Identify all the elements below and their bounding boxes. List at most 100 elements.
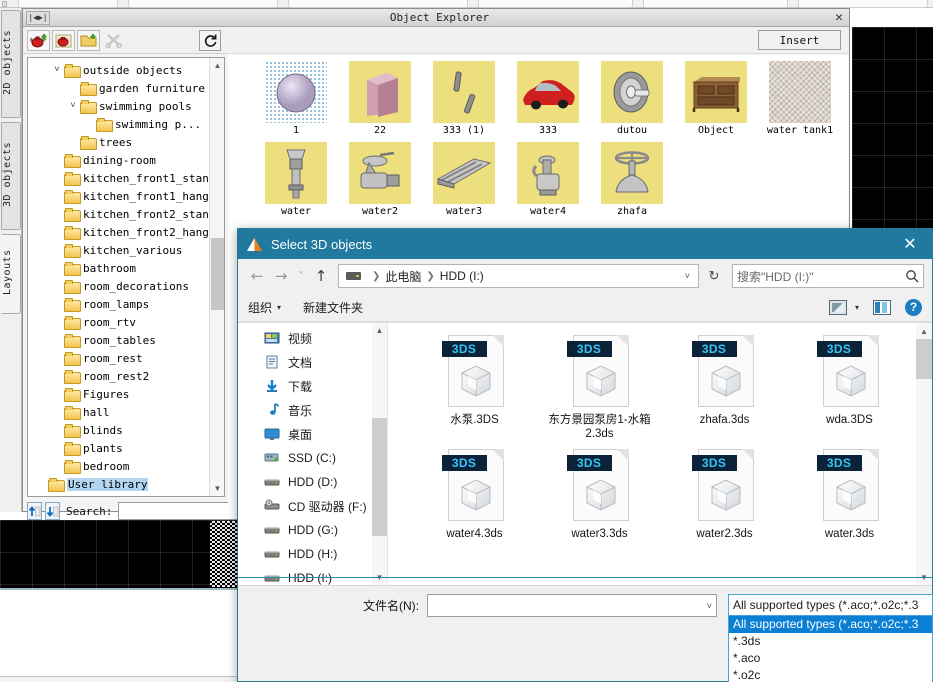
forward-icon[interactable]: → xyxy=(270,265,292,287)
toolbar-segment[interactable] xyxy=(128,0,278,8)
tree-item[interactable]: room_rest2 xyxy=(28,367,208,385)
tree-item[interactable]: ˅ outside objects xyxy=(28,61,208,79)
toolbar-segment[interactable] xyxy=(478,0,633,8)
help-icon[interactable]: ? xyxy=(905,298,922,316)
toolbar-segment[interactable] xyxy=(798,0,928,8)
tree-item[interactable]: kitchen_front2_stand xyxy=(28,205,215,223)
sidebar-scroll-thumb[interactable] xyxy=(372,418,387,536)
refresh-icon[interactable] xyxy=(199,29,221,51)
object-thumbnail[interactable]: 333 xyxy=(506,61,590,136)
tree-item[interactable]: hall xyxy=(28,403,208,421)
sidebar-item-hddh[interactable]: HDD (H:) xyxy=(238,542,387,566)
file-item[interactable]: 3DS 东方景园泵房1-水箱2.3ds xyxy=(537,333,662,441)
scroll-down-icon[interactable]: ▼ xyxy=(210,481,224,496)
filetype-combo[interactable]: All supported types (*.aco;*.o2c;*.3 xyxy=(728,594,933,616)
chevron-down-icon[interactable]: ˅ xyxy=(50,65,64,75)
search-prev-icon[interactable] xyxy=(27,502,42,520)
sidebar-item-hddi[interactable]: HDD (I:) xyxy=(238,566,387,585)
tree-item[interactable]: bathroom xyxy=(28,259,208,277)
object-thumbnail[interactable]: zhafa xyxy=(590,142,674,217)
dialog-search-box[interactable]: 搜索"HDD (I:)" xyxy=(732,264,924,288)
new-folder-button[interactable]: 新建文件夹 xyxy=(303,299,363,316)
filetype-option[interactable]: All supported types (*.aco;*.o2c;*.3 xyxy=(729,616,932,633)
file-item[interactable]: 3DS 水泵.3DS xyxy=(412,333,537,441)
view-chevron-down-icon[interactable]: ▾ xyxy=(855,303,859,312)
tree-scrollbar[interactable]: ▲ ▼ xyxy=(209,58,224,496)
toolbar-segment[interactable] xyxy=(288,0,468,8)
scroll-up-icon[interactable]: ▲ xyxy=(916,323,932,339)
dialog-close-icon[interactable]: ✕ xyxy=(888,229,932,259)
window-grip-icon[interactable]: |◀▶| xyxy=(26,10,50,25)
tree-item[interactable]: room_lamps xyxy=(28,295,208,313)
tree-scroll-thumb[interactable] xyxy=(211,238,224,310)
preview-pane-icon[interactable] xyxy=(873,299,891,315)
object-thumbnail[interactable]: water4 xyxy=(506,142,590,217)
object-thumbnail[interactable]: water xyxy=(254,142,338,217)
sidebar-item-[interactable]: 下载 xyxy=(238,374,387,398)
scroll-up-icon[interactable]: ▲ xyxy=(210,58,224,73)
toolbar-segment[interactable] xyxy=(18,0,118,8)
sidebar-item-hddd[interactable]: HDD (D:) xyxy=(238,470,387,494)
tree-item[interactable]: kitchen_various xyxy=(28,241,208,259)
file-item[interactable]: 3DS water3.3ds xyxy=(537,447,662,541)
sidebar-item-cdf[interactable]: CD 驱动器 (F:) xyxy=(238,494,387,518)
filetype-option[interactable]: *.o2c xyxy=(729,667,932,682)
tree-item[interactable]: trees xyxy=(28,133,208,151)
file-list-scrollbar[interactable]: ▲ ▼ xyxy=(916,323,932,585)
tree-item[interactable]: garden furniture xyxy=(28,79,208,97)
sidebar-item-ssdc[interactable]: SSD (C:) xyxy=(238,446,387,470)
object-thumbnail[interactable]: water3 xyxy=(422,142,506,217)
sidebar-item-[interactable]: 文档 xyxy=(238,350,387,374)
tree-item[interactable]: User library xyxy=(28,475,208,493)
file-scroll-thumb[interactable] xyxy=(916,339,932,379)
toolbar-grip[interactable] xyxy=(2,1,7,7)
vertical-tab-layouts[interactable]: Layouts xyxy=(1,234,21,314)
address-dropdown-icon[interactable]: ˅ xyxy=(685,271,690,281)
edit-object-icon[interactable] xyxy=(52,29,75,51)
tree-item[interactable]: room_rtv xyxy=(28,313,208,331)
tree-item[interactable]: Figures xyxy=(28,385,208,403)
search-next-icon[interactable] xyxy=(45,502,60,520)
tree-item[interactable]: bedroom xyxy=(28,457,208,475)
tree-item[interactable]: kitchen_front2_hang xyxy=(28,223,209,241)
breadcrumb-item-1[interactable]: HDD (I:) xyxy=(440,269,484,283)
filetype-option[interactable]: *.3ds xyxy=(729,633,932,650)
filename-combo[interactable]: ˅ xyxy=(427,594,717,617)
tree-item[interactable]: blinds xyxy=(28,421,208,439)
breadcrumb-item-0[interactable]: 此电脑 xyxy=(385,268,421,285)
back-icon[interactable]: ← xyxy=(246,265,268,287)
cad-viewport-bottom[interactable] xyxy=(0,520,240,588)
tree-item[interactable]: plants xyxy=(28,439,208,457)
file-item[interactable]: 3DS water2.3ds xyxy=(662,447,787,541)
tree-item[interactable]: ˅ swimming pools xyxy=(28,97,208,115)
add-object-icon[interactable] xyxy=(27,29,50,51)
object-thumbnail[interactable]: 333 (1) xyxy=(422,61,506,136)
filename-input[interactable] xyxy=(432,598,707,613)
vertical-tab-2d-objects[interactable]: 2D objects xyxy=(1,10,21,118)
file-item[interactable]: 3DS zhafa.3ds xyxy=(662,333,787,441)
sidebar-item-[interactable]: 视频 xyxy=(238,326,387,350)
object-explorer-titlebar[interactable]: |◀▶| Object Explorer ✕ xyxy=(23,9,849,27)
file-item[interactable]: 3DS water.3ds xyxy=(787,447,912,541)
tools-icon[interactable] xyxy=(102,30,125,51)
object-thumbnail[interactable]: Object xyxy=(674,61,758,136)
object-thumbnail[interactable]: water tank1 xyxy=(758,61,842,136)
new-folder-icon[interactable] xyxy=(77,29,100,51)
organize-button[interactable]: 组织 ▾ xyxy=(248,299,281,316)
tree-item[interactable]: swimming p... xyxy=(28,115,208,133)
file-item[interactable]: 3DS wda.3DS xyxy=(787,333,912,441)
object-thumbnail[interactable]: 22 xyxy=(338,61,422,136)
scroll-up-icon[interactable]: ▲ xyxy=(372,323,387,338)
recent-locations-icon[interactable]: ˅ xyxy=(294,265,308,287)
chevron-down-icon[interactable]: ˅ xyxy=(707,601,712,611)
file-item[interactable]: 3DS water4.3ds xyxy=(412,447,537,541)
address-bar[interactable]: ❯ 此电脑 ❯ HDD (I:) ˅ xyxy=(338,264,699,288)
sidebar-scrollbar[interactable]: ▲ ▼ xyxy=(372,323,387,585)
dialog-titlebar[interactable]: Select 3D objects ✕ xyxy=(238,229,932,259)
sidebar-item-[interactable]: 桌面 xyxy=(238,422,387,446)
object-thumbnail[interactable]: dutou xyxy=(590,61,674,136)
close-icon[interactable]: ✕ xyxy=(829,10,849,25)
toolbar-segment[interactable] xyxy=(643,0,788,8)
cad-viewport-right[interactable] xyxy=(852,27,933,234)
insert-button[interactable]: Insert xyxy=(758,30,841,50)
